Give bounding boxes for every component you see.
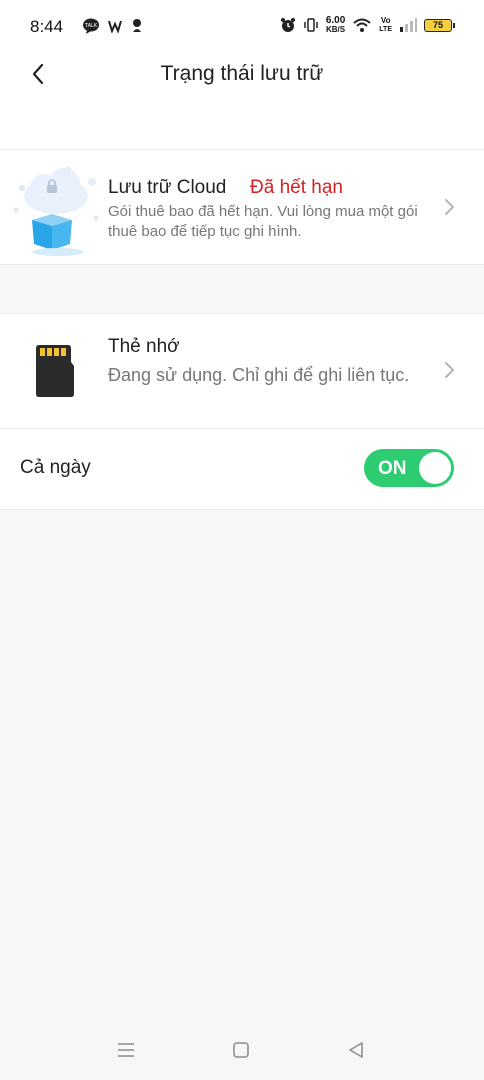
pin-icon <box>133 19 141 32</box>
system-nav-bar <box>0 1020 484 1080</box>
menu-icon <box>118 1043 134 1057</box>
cloud-storage-title: Lưu trữ Cloud <box>108 177 227 198</box>
net-speed-unit: KB/S <box>326 25 346 34</box>
system-back-button[interactable] <box>343 1038 369 1062</box>
memory-card-item[interactable]: Thẻ nhớ Đang sử dụng. Chỉ ghi để ghi liê… <box>0 313 484 428</box>
cloud-storage-item[interactable]: Lưu trữ Cloud Đã hết hạn Gói thuê bao đã… <box>0 149 484 265</box>
battery-indicator: 75 <box>424 18 455 32</box>
status-bar: 8:44 TALK 6.00 KB/S Vo LTE 75 <box>0 0 484 52</box>
toggle-on-text: ON <box>378 458 407 479</box>
toggle-knob <box>419 452 451 484</box>
all-day-label: Cả ngày <box>20 457 91 478</box>
sd-card-icon <box>36 345 74 397</box>
chevron-right-icon <box>445 199 454 215</box>
page-title: Trạng thái lưu trữ <box>160 62 324 85</box>
home-button[interactable] <box>228 1038 254 1062</box>
status-right: 6.00 KB/S Vo LTE 75 <box>280 15 455 35</box>
net-speed: 6.00 KB/S <box>325 15 346 35</box>
cloud-storage-icon <box>13 167 99 256</box>
memory-card-description: Đang sử dụng. Chỉ ghi để ghi liên tục. <box>108 365 410 385</box>
menu-button[interactable] <box>113 1038 139 1062</box>
volte-top: Vo <box>380 16 391 25</box>
cloud-expired-badge: Đã hết hạn <box>250 177 343 198</box>
cloud-storage-description: Gói thuê bao đã hết hạn. Vui lòng mua mộ… <box>108 203 418 240</box>
alarm-icon <box>280 18 295 32</box>
svg-text:TALK: TALK <box>84 23 98 29</box>
vibrate-icon <box>304 18 318 32</box>
wifi-icon <box>353 18 371 32</box>
status-time: 8:44 <box>30 17 64 36</box>
volte-bottom: LTE <box>379 26 392 33</box>
back-triangle-icon <box>349 1042 363 1058</box>
header-spacer <box>0 100 484 149</box>
chevron-right-icon <box>445 362 454 378</box>
all-day-toggle[interactable]: ON <box>364 449 454 487</box>
signal-icon <box>400 18 417 32</box>
talk-icon: TALK <box>83 18 99 34</box>
memory-card-title: Thẻ nhớ <box>108 336 180 357</box>
volte-indicator: Vo LTE <box>379 16 392 34</box>
net-speed-value: 6.00 <box>325 15 346 26</box>
status-app-icons: TALK <box>82 18 144 34</box>
page-header: Trạng thái lưu trữ <box>0 52 484 100</box>
home-square-icon <box>233 1042 249 1058</box>
all-day-row: Cả ngày ON <box>0 428 484 510</box>
w-icon <box>108 20 122 33</box>
